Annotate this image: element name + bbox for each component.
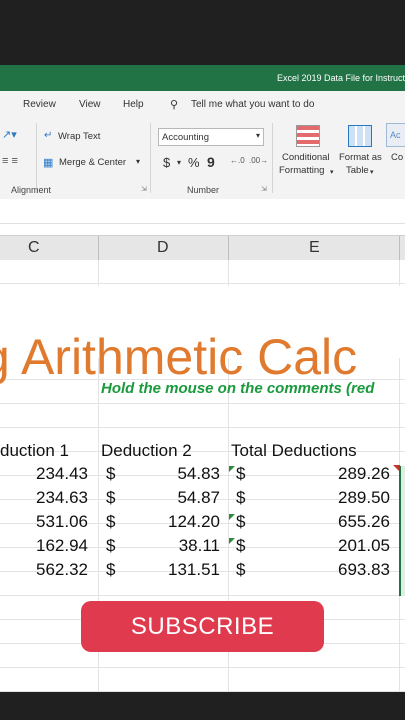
merge-center-button[interactable]: Merge & Center	[59, 157, 126, 168]
dollar-sign: $	[236, 464, 246, 483]
formula-bar-area	[0, 199, 405, 224]
subscribe-button[interactable]: SUBSCRIBE	[81, 601, 324, 652]
column-header-c[interactable]: C	[28, 239, 40, 257]
cell-d2[interactable]: 54.87	[130, 488, 220, 508]
wrap-text-icon: ↵	[44, 130, 53, 141]
tab-review[interactable]: Review	[23, 99, 56, 110]
header-deduction-1[interactable]: duction 1	[0, 441, 69, 461]
cell-c4[interactable]: 162.94	[0, 536, 88, 556]
header-total-deductions[interactable]: Total Deductions	[231, 441, 357, 461]
currency-button[interactable]: $	[163, 155, 170, 170]
cell-c3[interactable]: 531.06	[0, 512, 88, 532]
percent-button[interactable]: %	[188, 155, 200, 170]
cell-styles-preview[interactable]: Ac	[386, 123, 405, 147]
excel-window: Excel 2019 Data File for Instruct Review…	[0, 65, 405, 692]
decrease-decimal-icon[interactable]: .00→	[249, 156, 268, 165]
column-header-d[interactable]: D	[157, 239, 169, 257]
chevron-down-icon: ▾	[255, 131, 260, 140]
screen: { "titlebar": {"title": "Excel 2019 Data…	[0, 0, 405, 720]
cell-c5[interactable]: 562.32	[0, 560, 88, 580]
menu-bar: Review View Help ⚲ Tell me what you want…	[0, 91, 405, 119]
chevron-down-icon[interactable]: ▾	[370, 168, 374, 176]
chevron-down-icon[interactable]: ▾	[136, 157, 140, 166]
dollar-sign: $	[236, 488, 246, 507]
column-headers: C D E	[0, 235, 405, 261]
number-group-label: Number	[187, 185, 220, 195]
cell-e2[interactable]: 289.50	[290, 488, 390, 508]
dollar-sign: $	[106, 536, 116, 555]
cell-c1[interactable]: 234.43	[0, 464, 88, 484]
comments-note: Hold the mouse on the comments (red	[101, 380, 375, 397]
wrap-text-button[interactable]: Wrap Text	[58, 131, 100, 142]
cell-e4[interactable]: 201.05	[290, 536, 390, 556]
merged-title-cell[interactable]: g Arithmetic Calc	[0, 286, 405, 385]
increase-decimal-icon[interactable]: ←.0	[230, 156, 245, 165]
cell-e5[interactable]: 693.83	[290, 560, 390, 580]
number-format-dropdown[interactable]: Accounting ▾	[158, 128, 264, 146]
tell-me-search[interactable]: Tell me what you want to do	[191, 99, 314, 110]
dollar-sign: $	[106, 512, 116, 531]
dollar-sign: $	[106, 488, 116, 507]
lightbulb-icon: ⚲	[170, 99, 179, 111]
alignment-group-label: Alignment	[11, 185, 52, 195]
tab-help[interactable]: Help	[123, 99, 144, 110]
conditional-formatting-label-2[interactable]: Formatting	[279, 165, 324, 176]
dollar-sign: $	[106, 560, 116, 579]
dollar-sign: $	[236, 512, 246, 531]
dollar-sign: $	[106, 464, 116, 483]
header-deduction-2[interactable]: Deduction 2	[101, 441, 192, 461]
ribbon: ↗▾ ≡ ≡ ↵ Wrap Text ▦ Merge & Center ▾ Al…	[0, 119, 405, 200]
cell-d1[interactable]: 54.83	[130, 464, 220, 484]
window-title: Excel 2019 Data File for Instruct	[276, 73, 405, 83]
cell-d5[interactable]: 131.51	[130, 560, 220, 580]
sheet-title: g Arithmetic Calc	[0, 329, 358, 385]
dollar-sign: $	[236, 536, 246, 555]
cell-c2[interactable]: 234.63	[0, 488, 88, 508]
cell-d4[interactable]: 38.11	[130, 536, 220, 556]
indent-icon[interactable]: ≡ ≡	[2, 155, 18, 167]
column-header-e[interactable]: E	[309, 239, 320, 257]
chevron-down-icon[interactable]: ▾	[177, 158, 181, 167]
orientation-icon[interactable]: ↗▾	[2, 128, 17, 141]
title-bar: Excel 2019 Data File for Instruct	[0, 65, 405, 91]
cell-styles-label[interactable]: Co	[391, 152, 403, 163]
formula-indicator	[229, 466, 235, 472]
dollar-sign: $	[236, 560, 246, 579]
dialog-launcher-icon[interactable]: ⇲	[261, 185, 267, 193]
merge-center-icon: ▦	[43, 157, 54, 169]
format-as-table-label-2[interactable]: Table	[346, 165, 369, 176]
format-as-table-label[interactable]: Format as	[339, 152, 382, 163]
cell-d3[interactable]: 124.20	[130, 512, 220, 532]
cell-e3[interactable]: 655.26	[290, 512, 390, 532]
conditional-formatting-icon	[296, 125, 320, 147]
dialog-launcher-icon[interactable]: ⇲	[141, 185, 147, 193]
chevron-down-icon[interactable]: ▾	[330, 168, 334, 176]
selected-cell-range[interactable]	[399, 466, 405, 596]
formula-indicator	[229, 514, 235, 520]
cell-e1[interactable]: 289.26	[290, 464, 390, 484]
formula-indicator	[229, 538, 235, 544]
comma-style-button[interactable]: 9	[207, 154, 215, 170]
tab-view[interactable]: View	[79, 99, 101, 110]
conditional-formatting-label[interactable]: Conditional	[282, 152, 330, 163]
format-as-table-icon	[348, 125, 372, 147]
